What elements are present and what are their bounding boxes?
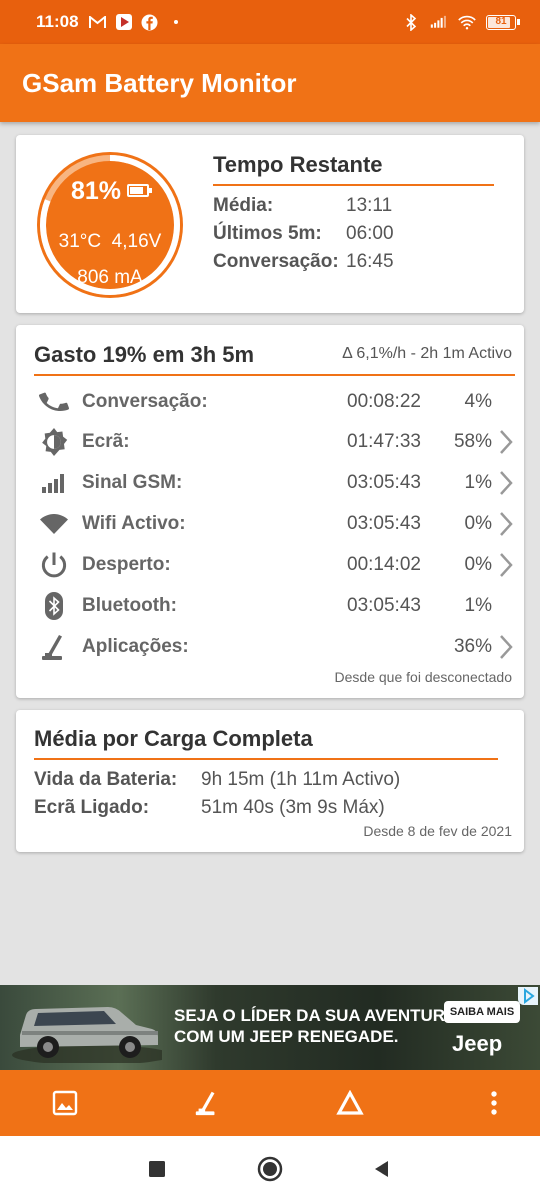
wifi-icon [36,508,72,540]
gmail-icon [89,13,107,31]
usage-delta: Δ 6,1%/h - 2h 1m Activo [342,345,512,362]
app-bar: GSam Battery Monitor [0,44,540,122]
recents-icon[interactable] [142,1154,172,1184]
home-icon[interactable] [255,1154,285,1184]
usage-percent: 0% [464,554,492,575]
full-charge-footer: Desde 8 de fev de 2021 [363,823,512,839]
usage-row-apps[interactable]: Aplicações: 36% [36,630,516,664]
phone-icon [36,386,72,418]
power-icon [36,549,72,581]
usage-percent: 4% [464,391,492,412]
usage-percent: 1% [464,472,492,493]
time-remaining-talk: Conversação: 16:45 [213,251,394,272]
usage-percent: 1% [464,595,492,616]
time-remaining-average: Média: 13:11 [213,195,393,216]
ad-cta-button[interactable]: SAIBA MAIS [444,1001,520,1023]
screen-on-row: Ecrã Ligado: 51m 40s (3m 9s Máx) [34,797,385,818]
divider [34,758,498,760]
facebook-icon [141,13,159,31]
usage-card: Gasto 19% em 3h 5m Δ 6,1%/h - 2h 1m Acti… [16,325,524,698]
status-bar: 11:08 81 [0,0,540,44]
usage-label: Bluetooth: [82,595,177,616]
youtube-icon [115,13,133,31]
battery-level: 81 [495,15,507,27]
app-title: GSam Battery Monitor [22,67,297,98]
time-remaining-last5m: Últimos 5m: 06:00 [213,223,394,244]
usage-percent: 58% [453,431,492,452]
usage-label: Desperto: [82,554,171,575]
time-remaining-title: Tempo Restante [213,152,383,177]
delta-icon[interactable] [333,1086,367,1120]
usage-label: Wifi Activo: [82,513,186,534]
usage-percent: 36% [453,636,492,657]
battery-percent: 81% [70,177,122,205]
bluetooth-icon [402,13,420,31]
usage-label: Ecrã: [82,431,130,452]
usage-title: Gasto 19% em 3h 5m [34,342,255,367]
battery-current: 806 mA [77,267,143,288]
battery-icon [127,184,153,198]
usage-label: Sinal GSM: [82,472,183,493]
chevron-right-icon[interactable] [496,550,516,580]
usage-row-gsm[interactable]: Sinal GSM: 03:05:43 1% [36,466,516,500]
image-icon[interactable] [48,1086,82,1120]
gauge-readout: 81% 31°C 4,16V 806 mA [34,149,186,301]
car-image [12,1007,162,1063]
ad-banner[interactable]: SEJA O LÍDER DA SUA AVENTURA COM UM JEEP… [0,985,540,1070]
apps-icon [36,631,72,663]
apps-icon[interactable] [190,1086,224,1120]
chevron-right-icon[interactable] [496,632,516,662]
full-charge-card[interactable]: Média por Carga Completa Vida da Bateria… [16,710,524,852]
status-time: 11:08 [36,12,79,31]
ad-headline: SEJA O LÍDER DA SUA AVENTURA COM UM JEEP… [174,1006,458,1046]
usage-row-bluetooth: Bluetooth: 03:05:43 1% [36,589,516,623]
usage-row-awake[interactable]: Desperto: 00:14:02 0% [36,548,516,582]
usage-row-talk[interactable]: Conversação: 00:08:22 4% [36,385,516,419]
temperature-voltage: 31°C 4,16V [58,231,162,252]
usage-label: Conversação: [82,391,208,412]
full-charge-title: Média por Carga Completa [34,726,313,751]
chevron-right-icon[interactable] [496,427,516,457]
divider [213,184,494,186]
ad-choices-icon[interactable] [518,987,538,1005]
usage-label: Aplicações: [82,636,189,657]
brightness-icon [36,426,72,458]
signal-icon [430,13,448,31]
usage-row-screen[interactable]: Ecrã: 01:47:33 58% [36,425,516,459]
navigation-bar [0,1136,540,1200]
battery-life-row: Vida da Bateria: 9h 15m (1h 11m Activo) [34,769,401,790]
usage-row-wifi[interactable]: Wifi Activo: 03:05:43 0% [36,507,516,541]
divider [34,374,515,376]
wifi-icon [458,13,476,31]
battery-icon: 81 [486,14,520,30]
ad-brand-logo: Jeep [452,1031,503,1056]
usage-percent: 0% [464,513,492,534]
bluetooth-icon [36,590,72,622]
back-icon[interactable] [366,1154,396,1184]
chevron-right-icon[interactable] [496,468,516,498]
chevron-right-icon[interactable] [496,509,516,539]
bottom-action-bar [0,1070,540,1136]
more-icon[interactable] [477,1086,511,1120]
dot-icon [167,13,185,31]
usage-footer: Desde que foi desconectado [334,669,512,685]
battery-summary-card[interactable]: 81% 31°C 4,16V 806 mA Tempo Restante Méd… [16,135,524,313]
cell-signal-icon [36,467,72,499]
